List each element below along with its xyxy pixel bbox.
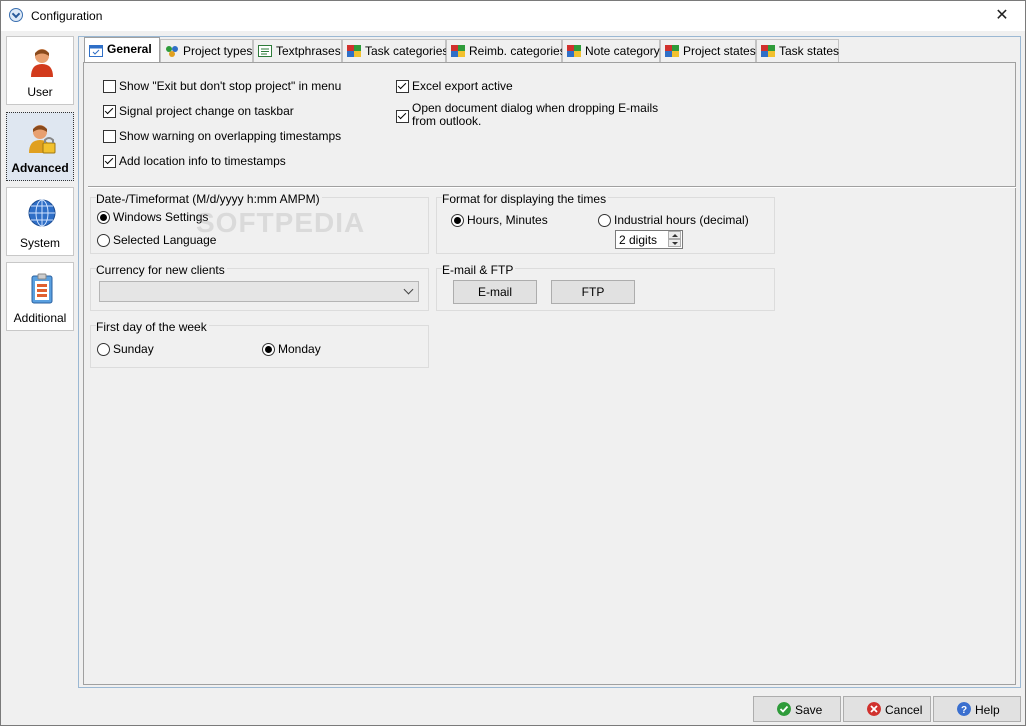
digits-spinner[interactable]: 2 digits — [615, 230, 683, 249]
help-button[interactable]: ? Help — [933, 696, 1021, 722]
email-ftp-title: E-mail & FTP — [442, 263, 516, 277]
svg-text:?: ? — [961, 705, 967, 716]
ftp-button[interactable]: FTP — [551, 280, 635, 304]
categories-icon — [451, 45, 465, 57]
tab-label: Task categories — [365, 44, 449, 58]
sidebar-item-advanced[interactable]: Advanced — [6, 112, 74, 181]
radio-dot[interactable] — [97, 233, 110, 247]
spin-up-icon[interactable] — [668, 231, 681, 239]
excel-export-checkbox[interactable]: Excel export active — [396, 79, 513, 93]
radio-dot[interactable] — [97, 210, 110, 224]
user-lock-icon — [29, 125, 56, 154]
project-types-icon — [166, 46, 178, 57]
radio-dot[interactable] — [97, 342, 110, 356]
categories-icon — [347, 45, 361, 57]
radio-dot[interactable] — [451, 213, 464, 227]
signal-project-change-checkbox[interactable]: Signal project change on taskbar — [103, 104, 294, 118]
radio-label: Industrial hours (decimal) — [614, 213, 749, 227]
textphrases-icon — [258, 45, 272, 57]
clipboard-icon — [31, 273, 53, 304]
sidebar-item-additional[interactable]: Additional — [6, 262, 74, 331]
checkbox-box[interactable] — [103, 105, 116, 118]
tab-label: Task states — [779, 44, 840, 58]
app-icon — [9, 8, 23, 22]
tab-task-categories[interactable]: Task categories — [342, 39, 449, 62]
cancel-icon — [867, 702, 881, 716]
tab-label: Note category — [585, 44, 660, 58]
digits-value: 2 digits — [619, 233, 658, 247]
checkbox-label: Add location info to timestamps — [119, 154, 286, 168]
radio-label: Sunday — [113, 342, 154, 356]
tab-label: Reimb. categories — [469, 44, 566, 58]
exit-no-stop-checkbox[interactable]: Show "Exit but don't stop project" in me… — [103, 79, 341, 93]
time-format-title: Format for displaying the times — [442, 192, 609, 206]
tab-task-states[interactable]: Task states — [756, 39, 839, 62]
spin-down-icon[interactable] — [668, 239, 681, 247]
sidebar-item-user[interactable]: User — [6, 36, 74, 105]
watermark-text: SOFTPEDIA — [196, 207, 366, 238]
sidebar-item-label: System — [19, 236, 60, 250]
checkbox-label: Show warning on overlapping timestamps — [119, 129, 342, 143]
help-label: Help — [975, 703, 1000, 717]
section-divider — [88, 186, 1016, 188]
tab-note-category[interactable]: Note category — [562, 39, 660, 62]
sidebar-item-label: User — [27, 85, 53, 99]
sidebar-item-label: Advanced — [11, 161, 69, 175]
close-icon[interactable]: ✕ — [979, 1, 1025, 31]
radio-label: Monday — [278, 342, 321, 356]
checkmark-icon — [777, 702, 791, 716]
checkbox-label: Open document dialog when dropping E-mai… — [412, 101, 659, 128]
save-label: Save — [795, 703, 823, 717]
tab-label: Project types — [183, 44, 253, 58]
document-dialog-checkbox[interactable]: Open document dialog when dropping E-mai… — [396, 102, 666, 128]
radio-label: Hours, Minutes — [467, 213, 548, 227]
categories-icon — [665, 45, 679, 57]
window-title: Configuration — [31, 9, 103, 23]
sunday-radio[interactable]: Sunday — [97, 342, 154, 356]
tab-general[interactable]: General — [84, 37, 160, 63]
checkbox-box[interactable] — [396, 80, 409, 93]
currency-title: Currency for new clients — [96, 263, 227, 277]
tab-reimb-categories[interactable]: Reimb. categories — [446, 39, 566, 62]
sidebar-item-system[interactable]: System — [6, 187, 74, 256]
help-icon: ? — [957, 702, 971, 716]
first-day-title: First day of the week — [96, 320, 209, 334]
monday-radio[interactable]: Monday — [262, 342, 321, 356]
checkbox-box[interactable] — [396, 110, 409, 123]
user-icon — [31, 49, 53, 77]
tab-project-types[interactable]: Project types — [160, 39, 253, 62]
tab-label: Project states — [683, 44, 756, 58]
checkbox-label: Signal project change on taskbar — [119, 104, 294, 118]
tab-textphrases[interactable]: Textphrases — [253, 39, 342, 62]
chevron-down-icon — [403, 284, 414, 295]
tab-label: General — [107, 42, 152, 56]
cancel-button[interactable]: Cancel — [843, 696, 931, 722]
categories-icon — [567, 45, 581, 57]
checkbox-box[interactable] — [103, 130, 116, 143]
email-button[interactable]: E-mail — [453, 280, 537, 304]
sidebar-item-label: Additional — [13, 311, 67, 325]
location-info-checkbox[interactable]: Add location info to timestamps — [103, 154, 286, 168]
windows-settings-radio[interactable]: Windows Settings — [97, 210, 208, 224]
industrial-hours-radio[interactable]: Industrial hours (decimal) — [598, 213, 749, 227]
save-button[interactable]: Save — [753, 696, 841, 722]
general-tab-icon — [89, 45, 103, 57]
radio-label: Windows Settings — [113, 210, 209, 224]
cancel-label: Cancel — [885, 703, 923, 717]
hours-minutes-radio[interactable]: Hours, Minutes — [451, 213, 548, 227]
tab-project-states[interactable]: Project states — [660, 39, 756, 62]
radio-dot[interactable] — [262, 342, 275, 356]
title-bar: Configuration ✕ — [1, 1, 1025, 31]
checkbox-label: Excel export active — [412, 79, 513, 93]
currency-select[interactable] — [99, 281, 419, 302]
checkbox-box[interactable] — [103, 80, 116, 93]
globe-icon — [28, 199, 56, 227]
radio-dot[interactable] — [598, 213, 611, 227]
checkbox-label: Show "Exit but don't stop project" in me… — [119, 79, 342, 93]
date-format-title: Date-/Timeformat (M/d/yyyy h:mm AMPM) — [96, 192, 322, 206]
checkbox-box[interactable] — [103, 155, 116, 168]
overlap-warning-checkbox[interactable]: Show warning on overlapping timestamps — [103, 129, 341, 143]
tab-label: Textphrases — [276, 44, 341, 58]
categories-icon — [761, 45, 775, 57]
